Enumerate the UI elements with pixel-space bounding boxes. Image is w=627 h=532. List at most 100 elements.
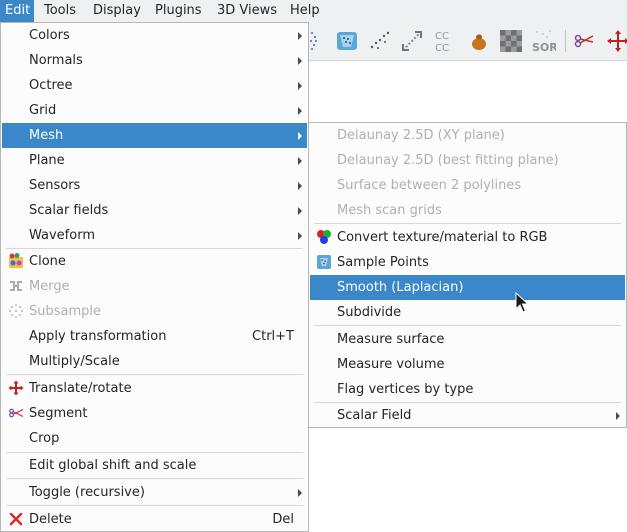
menu-item-plane[interactable]: Plane bbox=[2, 148, 307, 173]
menu-item-label: Clone bbox=[29, 254, 66, 269]
subsample-icon[interactable] bbox=[368, 29, 392, 53]
menu-item-edit-global-shift[interactable]: Edit global shift and scale bbox=[2, 453, 307, 478]
menu-item-apply-transformation[interactable]: Apply transformation Ctrl+T bbox=[2, 324, 307, 349]
menu-item-translate-rotate[interactable]: Translate/rotate bbox=[2, 376, 307, 401]
shortcut-text: Ctrl+T bbox=[252, 329, 294, 344]
menu-item-label: Convert texture/material to RGB bbox=[337, 230, 548, 245]
submenu-arrow-icon bbox=[298, 157, 302, 165]
menu-item-sensors[interactable]: Sensors bbox=[2, 173, 307, 198]
menu-item-sample-points[interactable]: Sample Points bbox=[310, 250, 625, 275]
menu-item-octree[interactable]: Octree bbox=[2, 73, 307, 98]
menu-item-segment[interactable]: Segment bbox=[2, 401, 307, 426]
menu-item-merge[interactable]: Merge bbox=[2, 274, 307, 299]
menu-help[interactable]: Help bbox=[285, 0, 325, 22]
menu-item-label: Subdivide bbox=[337, 305, 402, 320]
menu-item-delaunay-xy[interactable]: Delaunay 2.5D (XY plane) bbox=[310, 123, 625, 148]
distance-icon[interactable] bbox=[400, 29, 424, 53]
menu-item-label: Sensors bbox=[29, 178, 81, 193]
menu-item-flag-vertices[interactable]: Flag vertices by type bbox=[310, 377, 625, 402]
submenu-arrow-icon bbox=[298, 82, 302, 90]
menu-item-multiply-scale[interactable]: Multiply/Scale bbox=[2, 349, 307, 374]
sample-points-icon bbox=[317, 255, 331, 269]
submenu-arrow-icon bbox=[298, 57, 302, 65]
menu-item-label: Smooth (Laplacian) bbox=[337, 280, 464, 295]
shortcut-text: Del bbox=[272, 512, 294, 527]
menu-item-label: Grid bbox=[29, 103, 57, 118]
menu-separator bbox=[6, 374, 303, 375]
edit-menu: Colors Normals Octree Grid Mesh Plane Se… bbox=[0, 22, 309, 532]
menu-edit-label: Edit bbox=[5, 3, 31, 18]
submenu-arrow-icon bbox=[298, 232, 302, 240]
point-cloud-icon[interactable] bbox=[306, 29, 330, 53]
menu-item-label: Multiply/Scale bbox=[29, 354, 120, 369]
menu-item-label: Measure volume bbox=[337, 357, 445, 372]
menu-item-normals[interactable]: Normals bbox=[2, 48, 307, 73]
menu-item-measure-surface[interactable]: Measure surface bbox=[310, 327, 625, 352]
submenu-arrow-icon bbox=[298, 132, 302, 140]
svg-text:SOR: SOR bbox=[532, 41, 556, 53]
menu-item-smooth-laplacian[interactable]: Smooth (Laplacian) bbox=[310, 275, 625, 300]
segment-icon[interactable] bbox=[572, 29, 596, 53]
menu-item-delete[interactable]: Delete Del bbox=[2, 507, 307, 532]
menu-item-waveform[interactable]: Waveform bbox=[2, 223, 307, 248]
submenu-arrow-icon bbox=[298, 107, 302, 115]
menu-item-label: Waveform bbox=[29, 228, 95, 243]
menu-tools[interactable]: Tools bbox=[39, 0, 81, 22]
rgb-circles-icon bbox=[317, 230, 331, 244]
menu-item-measure-volume[interactable]: Measure volume bbox=[310, 352, 625, 377]
menu-item-clone[interactable]: Clone bbox=[2, 249, 307, 274]
menu-3d-views[interactable]: 3D Views bbox=[212, 0, 282, 22]
menu-item-label: Toggle (recursive) bbox=[29, 485, 145, 500]
menu-item-delaunay-best-fit[interactable]: Delaunay 2.5D (best fitting plane) bbox=[310, 148, 625, 173]
menu-item-label: Apply transformation bbox=[29, 329, 167, 344]
menu-item-scalar-field[interactable]: Scalar Field bbox=[310, 403, 625, 428]
toolbar: CC CC SOR bbox=[308, 22, 627, 61]
bag-icon[interactable] bbox=[467, 29, 491, 53]
menu-item-toggle-recursive[interactable]: Toggle (recursive) bbox=[2, 480, 307, 505]
menu-item-subdivide[interactable]: Subdivide bbox=[310, 300, 625, 325]
menu-item-label: Colors bbox=[29, 28, 70, 43]
menu-edit[interactable]: Edit bbox=[0, 0, 34, 22]
sor-icon[interactable]: SOR bbox=[532, 29, 556, 53]
menu-item-subsample[interactable]: Subsample bbox=[2, 299, 307, 324]
menu-item-label: Measure surface bbox=[337, 332, 445, 347]
menu-item-surface-between-polylines[interactable]: Surface between 2 polylines bbox=[310, 173, 625, 198]
menu-display[interactable]: Display bbox=[88, 0, 146, 22]
menu-separator bbox=[314, 325, 621, 326]
menu-item-label: Scalar fields bbox=[29, 203, 109, 218]
cc-compare-icon[interactable]: CC CC bbox=[434, 29, 458, 53]
mesh-submenu: Delaunay 2.5D (XY plane) Delaunay 2.5D (… bbox=[308, 122, 627, 428]
menu-item-label: Scalar Field bbox=[337, 408, 412, 423]
checker-icon[interactable] bbox=[499, 29, 523, 53]
menu-item-label: Delaunay 2.5D (XY plane) bbox=[337, 128, 505, 143]
delete-icon bbox=[9, 512, 23, 526]
menu-item-crop[interactable]: Crop bbox=[2, 426, 307, 451]
menu-item-label: Crop bbox=[29, 431, 60, 446]
menu-item-mesh[interactable]: Mesh bbox=[2, 123, 307, 148]
menu-bar: Edit Tools Display Plugins 3D Views Help bbox=[0, 0, 627, 23]
menu-plugins[interactable]: Plugins bbox=[150, 0, 207, 22]
mouse-cursor-icon bbox=[515, 292, 529, 313]
menu-help-label: Help bbox=[290, 3, 320, 18]
translate-rotate-icon[interactable] bbox=[606, 29, 627, 53]
menu-item-label: Subsample bbox=[29, 304, 102, 319]
translate-rotate-icon bbox=[8, 380, 24, 396]
menu-item-mesh-scan-grids[interactable]: Mesh scan grids bbox=[310, 198, 625, 223]
sample-points-icon[interactable] bbox=[335, 29, 359, 53]
menu-tools-label: Tools bbox=[44, 3, 77, 18]
menu-item-label: Edit global shift and scale bbox=[29, 458, 197, 473]
menu-separator bbox=[6, 478, 303, 479]
menu-separator bbox=[314, 223, 621, 224]
menu-item-label: Merge bbox=[29, 279, 70, 294]
menu-item-scalar-fields[interactable]: Scalar fields bbox=[2, 198, 307, 223]
subsample-icon bbox=[9, 304, 23, 318]
svg-text:CC: CC bbox=[435, 31, 449, 42]
menu-item-label: Plane bbox=[29, 153, 65, 168]
submenu-arrow-icon bbox=[298, 489, 302, 497]
menu-separator bbox=[6, 505, 303, 506]
clone-icon bbox=[9, 253, 23, 268]
menu-item-label: Normals bbox=[29, 53, 83, 68]
menu-item-grid[interactable]: Grid bbox=[2, 98, 307, 123]
menu-item-colors[interactable]: Colors bbox=[2, 23, 307, 48]
menu-item-convert-texture[interactable]: Convert texture/material to RGB bbox=[310, 225, 625, 250]
